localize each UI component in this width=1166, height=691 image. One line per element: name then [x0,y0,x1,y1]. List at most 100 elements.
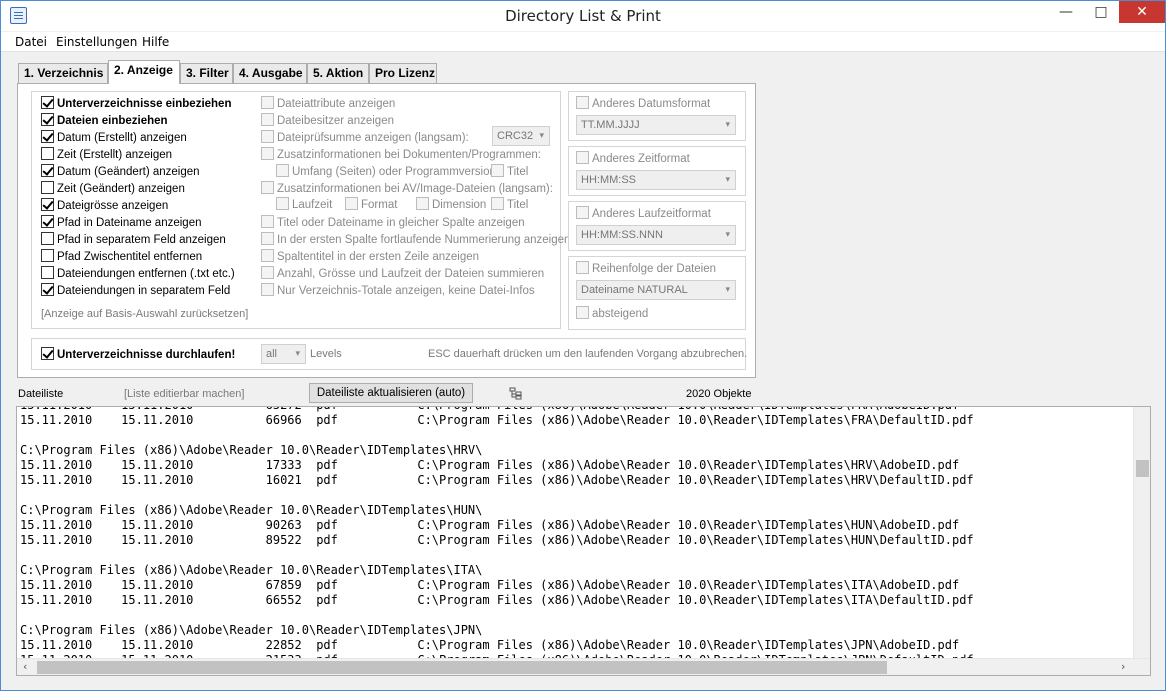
checkbox-icon[interactable] [261,96,274,109]
opt-numbering[interactable]: In der ersten Spalte fortlaufende Nummer… [261,232,570,248]
opt-file-owner[interactable]: Dateibesitzer anzeigen [261,113,394,129]
checkbox-icon[interactable] [41,266,54,279]
menu-bar: Datei Einstellungen Hilfe [1,32,1165,52]
tab-pro-lizenz[interactable]: Pro Lizenz [369,63,437,83]
horizontal-scrollbar[interactable]: ‹ › [17,658,1150,675]
opt-same-column[interactable]: Titel oder Dateiname in gleicher Spalte … [261,215,525,231]
close-icon[interactable]: ✕ [1119,1,1165,23]
opt-date-format[interactable]: Anderes Datumsformat [576,96,710,112]
checkbox-icon[interactable] [41,181,54,194]
checksum-select[interactable]: CRC32 ▾ [492,126,550,146]
make-editable-link[interactable]: [Liste editierbar machen] [124,388,244,400]
checkbox-icon[interactable] [41,249,54,262]
opt-av-format[interactable]: Format [345,197,397,213]
tab-aktion[interactable]: 5. Aktion [307,63,369,83]
date-format-select[interactable]: TT.MM.JJJJ ▾ [576,115,736,135]
opt-extension-separate[interactable]: Dateiendungen in separatem Feld [41,283,230,299]
directory-header-line: C:\Program Files (x86)\Adobe\Reader 10.0… [20,503,483,517]
checkbox-icon[interactable] [41,147,54,160]
opt-file-order[interactable]: Reihenfolge der Dateien [576,261,716,277]
opt-descending[interactable]: absteigend [576,306,648,322]
checkbox-icon[interactable] [491,164,504,177]
opt-file-attributes[interactable]: Dateiattribute anzeigen [261,96,395,112]
checkbox-icon[interactable] [41,347,54,360]
tree-view-icon[interactable] [509,387,523,400]
maximize-icon[interactable]: □ [1084,1,1118,23]
checkbox-icon[interactable] [416,197,429,210]
checkbox-icon[interactable] [41,232,54,245]
checkbox-icon[interactable] [576,261,589,274]
menu-datei[interactable]: Datei [15,35,47,49]
opt-path-in-filename[interactable]: Pfad in Dateiname anzeigen [41,215,202,231]
levels-select[interactable]: all ▾ [261,344,306,364]
checkbox-icon[interactable] [576,151,589,164]
opt-include-subdirs[interactable]: Unterverzeichnisse einbeziehen [41,96,231,112]
checkbox-icon[interactable] [41,113,54,126]
checkbox-icon[interactable] [41,164,54,177]
checkbox-icon[interactable] [261,130,274,143]
opt-remove-extensions[interactable]: Dateiendungen entfernen (.txt etc.) [41,266,235,282]
opt-column-titles[interactable]: Spaltentitel in der ersten Zeile anzeige… [261,249,479,265]
checkbox-icon[interactable] [261,181,274,194]
checkbox-icon[interactable] [261,113,274,126]
opt-date-modified[interactable]: Datum (Geändert) anzeigen [41,164,200,180]
checkbox-icon[interactable] [491,197,504,210]
checkbox-icon[interactable] [261,266,274,279]
opt-doc-scope[interactable]: Umfang (Seiten) oder Programmversion [276,164,496,180]
checkbox-icon[interactable] [261,249,274,262]
checkbox-icon[interactable] [576,206,589,219]
time-format-select[interactable]: HH:MM:SS ▾ [576,170,736,190]
opt-av-info[interactable]: Zusatzinformationen bei AV/Image-Dateien… [261,181,553,197]
vertical-scrollbar[interactable] [1133,407,1150,660]
opt-date-created[interactable]: Datum (Erstellt) anzeigen [41,130,187,146]
opt-av-title[interactable]: Titel [491,197,528,213]
opt-doc-info[interactable]: Zusatzinformationen bei Dokumenten/Progr… [261,147,541,163]
minimize-icon[interactable]: — [1049,1,1083,23]
vertical-scroll-thumb[interactable] [1136,460,1149,477]
opt-sum-files[interactable]: Anzahl, Grösse und Laufzeit der Dateien … [261,266,544,282]
tab-verzeichnis[interactable]: 1. Verzeichnis [18,63,108,83]
checkbox-icon[interactable] [261,147,274,160]
reset-display-link[interactable]: [Anzeige auf Basis-Auswahl zurücksetzen] [41,308,248,320]
file-order-select[interactable]: Dateiname NATURAL ▾ [576,280,736,300]
checkbox-icon[interactable] [276,197,289,210]
file-list[interactable]: 15.11.2010 15.11.2010 65272 pdf C:\Progr… [16,406,1151,676]
checkbox-icon[interactable] [261,232,274,245]
opt-av-dimension[interactable]: Dimension [416,197,486,213]
checkbox-icon[interactable] [576,96,589,109]
scroll-left-icon[interactable]: ‹ [23,660,27,673]
checkbox-icon[interactable] [276,164,289,177]
opt-file-size[interactable]: Dateigrösse anzeigen [41,198,168,214]
opt-path-separate[interactable]: Pfad in separatem Feld anzeigen [41,232,226,248]
opt-include-files[interactable]: Dateien einbeziehen [41,113,168,129]
duration-format-select[interactable]: HH:MM:SS.NNN ▾ [576,225,736,245]
scroll-right-icon[interactable]: › [1121,660,1125,673]
opt-time-created[interactable]: Zeit (Erstellt) anzeigen [41,147,172,163]
checkbox-icon[interactable] [41,283,54,296]
menu-hilfe[interactable]: Hilfe [142,35,169,49]
opt-totals-only[interactable]: Nur Verzeichnis-Totale anzeigen, keine D… [261,283,535,299]
horizontal-scroll-thumb[interactable] [37,661,887,674]
opt-recurse-subdirs[interactable]: Unterverzeichnisse durchlaufen! [41,347,235,363]
opt-av-duration[interactable]: Laufzeit [276,197,332,213]
refresh-list-button[interactable]: Dateiliste aktualisieren (auto) [309,383,473,403]
opt-time-format[interactable]: Anderes Zeitformat [576,151,690,167]
opt-doc-title[interactable]: Titel [491,164,528,180]
checkbox-icon[interactable] [261,215,274,228]
menu-einstellungen[interactable]: Einstellungen [56,35,137,49]
checkbox-icon[interactable] [41,198,54,211]
opt-checksum[interactable]: Dateiprüfsumme anzeigen (langsam): [261,130,469,146]
tab-ausgabe[interactable]: 4. Ausgabe [233,63,307,83]
opt-time-modified[interactable]: Zeit (Geändert) anzeigen [41,181,185,197]
tab-filter[interactable]: 3. Filter [180,63,233,83]
checkbox-icon[interactable] [576,306,589,319]
opt-remove-path-subtitle[interactable]: Pfad Zwischentitel entfernen [41,249,202,265]
checkbox-icon[interactable] [345,197,358,210]
file-list-label: Dateiliste [18,388,64,400]
opt-duration-format[interactable]: Anderes Laufzeitformat [576,206,711,222]
checkbox-icon[interactable] [41,130,54,143]
tab-anzeige[interactable]: 2. Anzeige [108,60,180,84]
checkbox-icon[interactable] [41,215,54,228]
checkbox-icon[interactable] [41,96,54,109]
checkbox-icon[interactable] [261,283,274,296]
